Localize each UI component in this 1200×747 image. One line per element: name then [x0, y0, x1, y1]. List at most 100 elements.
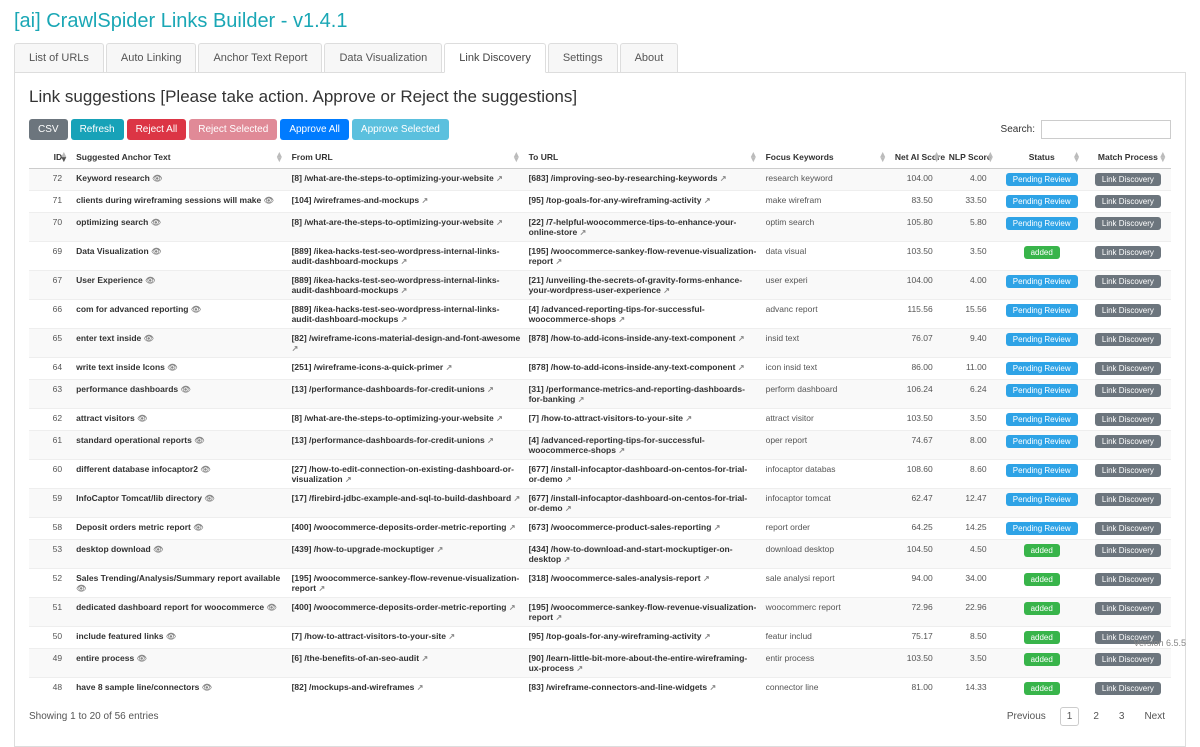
col-from[interactable]: From URL▲▼: [288, 146, 525, 169]
reject-selected-button[interactable]: Reject Selected: [189, 119, 277, 140]
preview-icon[interactable]: 👁: [181, 385, 191, 394]
page-prev[interactable]: Previous: [1001, 708, 1052, 725]
preview-icon[interactable]: 👁: [200, 465, 210, 474]
reject-all-button[interactable]: Reject All: [127, 119, 187, 140]
open-link-icon[interactable]: ↗: [685, 414, 692, 423]
preview-icon[interactable]: 👁: [151, 218, 161, 227]
open-link-icon[interactable]: ↗: [496, 218, 503, 227]
status-badge[interactable]: added: [1024, 573, 1060, 586]
table-row[interactable]: 62attract visitors 👁[8] /what-are-the-st…: [29, 409, 1171, 431]
preview-icon[interactable]: 👁: [266, 603, 276, 612]
col-focus[interactable]: Focus Keywords▲▼: [762, 146, 891, 169]
preview-icon[interactable]: 👁: [167, 363, 177, 372]
table-row[interactable]: 72Keyword research 👁[8] /what-are-the-st…: [29, 169, 1171, 191]
preview-icon[interactable]: 👁: [151, 247, 161, 256]
table-row[interactable]: 51dedicated dashboard report for woocomm…: [29, 598, 1171, 627]
tab-data-visualization[interactable]: Data Visualization: [324, 43, 442, 72]
tab-anchor-text-report[interactable]: Anchor Text Report: [198, 43, 322, 72]
open-link-icon[interactable]: ↗: [319, 584, 326, 593]
open-link-icon[interactable]: ↗: [714, 523, 721, 532]
refresh-button[interactable]: Refresh: [71, 119, 124, 140]
tab-auto-linking[interactable]: Auto Linking: [106, 43, 197, 72]
open-link-icon[interactable]: ↗: [564, 555, 571, 564]
preview-icon[interactable]: 👁: [264, 196, 274, 205]
status-badge[interactable]: added: [1024, 246, 1060, 259]
open-link-icon[interactable]: ↗: [565, 475, 572, 484]
preview-icon[interactable]: 👁: [152, 174, 162, 183]
status-badge[interactable]: added: [1024, 602, 1060, 615]
open-link-icon[interactable]: ↗: [576, 664, 583, 673]
open-link-icon[interactable]: ↗: [417, 683, 424, 692]
table-row[interactable]: 58Deposit orders metric report 👁[400] /w…: [29, 518, 1171, 540]
status-badge[interactable]: Pending Review: [1006, 464, 1078, 477]
open-link-icon[interactable]: ↗: [565, 504, 572, 513]
page-1[interactable]: 1: [1060, 707, 1080, 726]
col-anchor[interactable]: Suggested Anchor Text▲▼: [72, 146, 287, 169]
open-link-icon[interactable]: ↗: [618, 446, 625, 455]
table-row[interactable]: 66com for advanced reporting 👁[889] /ike…: [29, 300, 1171, 329]
status-badge[interactable]: added: [1024, 631, 1060, 644]
col-nlp[interactable]: NLP Score▲▼: [945, 146, 999, 169]
preview-icon[interactable]: 👁: [153, 545, 163, 554]
col-to[interactable]: To URL▲▼: [525, 146, 762, 169]
preview-icon[interactable]: 👁: [144, 334, 154, 343]
col-net[interactable]: Net AI Score▲▼: [891, 146, 945, 169]
open-link-icon[interactable]: ↗: [401, 286, 408, 295]
open-link-icon[interactable]: ↗: [509, 603, 516, 612]
open-link-icon[interactable]: ↗: [401, 257, 408, 266]
tab-list-of-urls[interactable]: List of URLs: [14, 43, 104, 72]
status-badge[interactable]: added: [1024, 544, 1060, 557]
preview-icon[interactable]: 👁: [191, 305, 201, 314]
open-link-icon[interactable]: ↗: [292, 344, 299, 353]
open-link-icon[interactable]: ↗: [437, 545, 444, 554]
col-status[interactable]: Status▲▼: [999, 146, 1085, 169]
status-badge[interactable]: Pending Review: [1006, 493, 1078, 506]
col-match[interactable]: Match Process▲▼: [1085, 146, 1171, 169]
preview-icon[interactable]: 👁: [137, 654, 147, 663]
open-link-icon[interactable]: ↗: [704, 632, 711, 641]
open-link-icon[interactable]: ↗: [448, 632, 455, 641]
tab-link-discovery[interactable]: Link Discovery: [444, 43, 546, 73]
csv-button[interactable]: CSV: [29, 119, 68, 140]
table-row[interactable]: 64write text inside Icons 👁[251] /wirefr…: [29, 358, 1171, 380]
status-badge[interactable]: Pending Review: [1006, 195, 1078, 208]
approve-selected-button[interactable]: Approve Selected: [352, 119, 449, 140]
open-link-icon[interactable]: ↗: [578, 395, 585, 404]
open-link-icon[interactable]: ↗: [514, 494, 521, 503]
approve-all-button[interactable]: Approve All: [280, 119, 349, 140]
table-row[interactable]: 53desktop download 👁[439] /how-to-upgrad…: [29, 540, 1171, 569]
page-2[interactable]: 2: [1087, 708, 1105, 725]
table-row[interactable]: 67User Experience 👁[889] /ikea-hacks-tes…: [29, 271, 1171, 300]
table-row[interactable]: 52Sales Trending/Analysis/Summary report…: [29, 569, 1171, 598]
open-link-icon[interactable]: ↗: [422, 196, 429, 205]
preview-icon[interactable]: 👁: [202, 683, 212, 692]
status-badge[interactable]: Pending Review: [1006, 217, 1078, 230]
open-link-icon[interactable]: ↗: [738, 363, 745, 372]
table-row[interactable]: 63performance dashboards 👁[13] /performa…: [29, 380, 1171, 409]
status-badge[interactable]: Pending Review: [1006, 275, 1078, 288]
open-link-icon[interactable]: ↗: [703, 574, 710, 583]
page-next[interactable]: Next: [1138, 708, 1171, 725]
preview-icon[interactable]: 👁: [76, 584, 86, 593]
status-badge[interactable]: Pending Review: [1006, 173, 1078, 186]
preview-icon[interactable]: 👁: [137, 414, 147, 423]
search-input[interactable]: [1041, 120, 1171, 139]
status-badge[interactable]: Pending Review: [1006, 362, 1078, 375]
tab-about[interactable]: About: [620, 43, 679, 72]
table-row[interactable]: 69Data Visualization 👁[889] /ikea-hacks-…: [29, 242, 1171, 271]
status-badge[interactable]: Pending Review: [1006, 435, 1078, 448]
table-row[interactable]: 50include featured links 👁[7] /how-to-at…: [29, 627, 1171, 649]
status-badge[interactable]: Pending Review: [1006, 413, 1078, 426]
open-link-icon[interactable]: ↗: [401, 315, 408, 324]
open-link-icon[interactable]: ↗: [618, 315, 625, 324]
open-link-icon[interactable]: ↗: [509, 523, 516, 532]
status-badge[interactable]: Pending Review: [1006, 522, 1078, 535]
open-link-icon[interactable]: ↗: [496, 174, 503, 183]
col-id[interactable]: ID▲▼: [29, 146, 72, 169]
page-3[interactable]: 3: [1113, 708, 1131, 725]
table-row[interactable]: 65enter text inside 👁[82] /wireframe-ico…: [29, 329, 1171, 358]
open-link-icon[interactable]: ↗: [580, 228, 587, 237]
table-row[interactable]: 59InfoCaptor Tomcat/lib directory 👁[17] …: [29, 489, 1171, 518]
open-link-icon[interactable]: ↗: [556, 613, 563, 622]
open-link-icon[interactable]: ↗: [345, 475, 352, 484]
